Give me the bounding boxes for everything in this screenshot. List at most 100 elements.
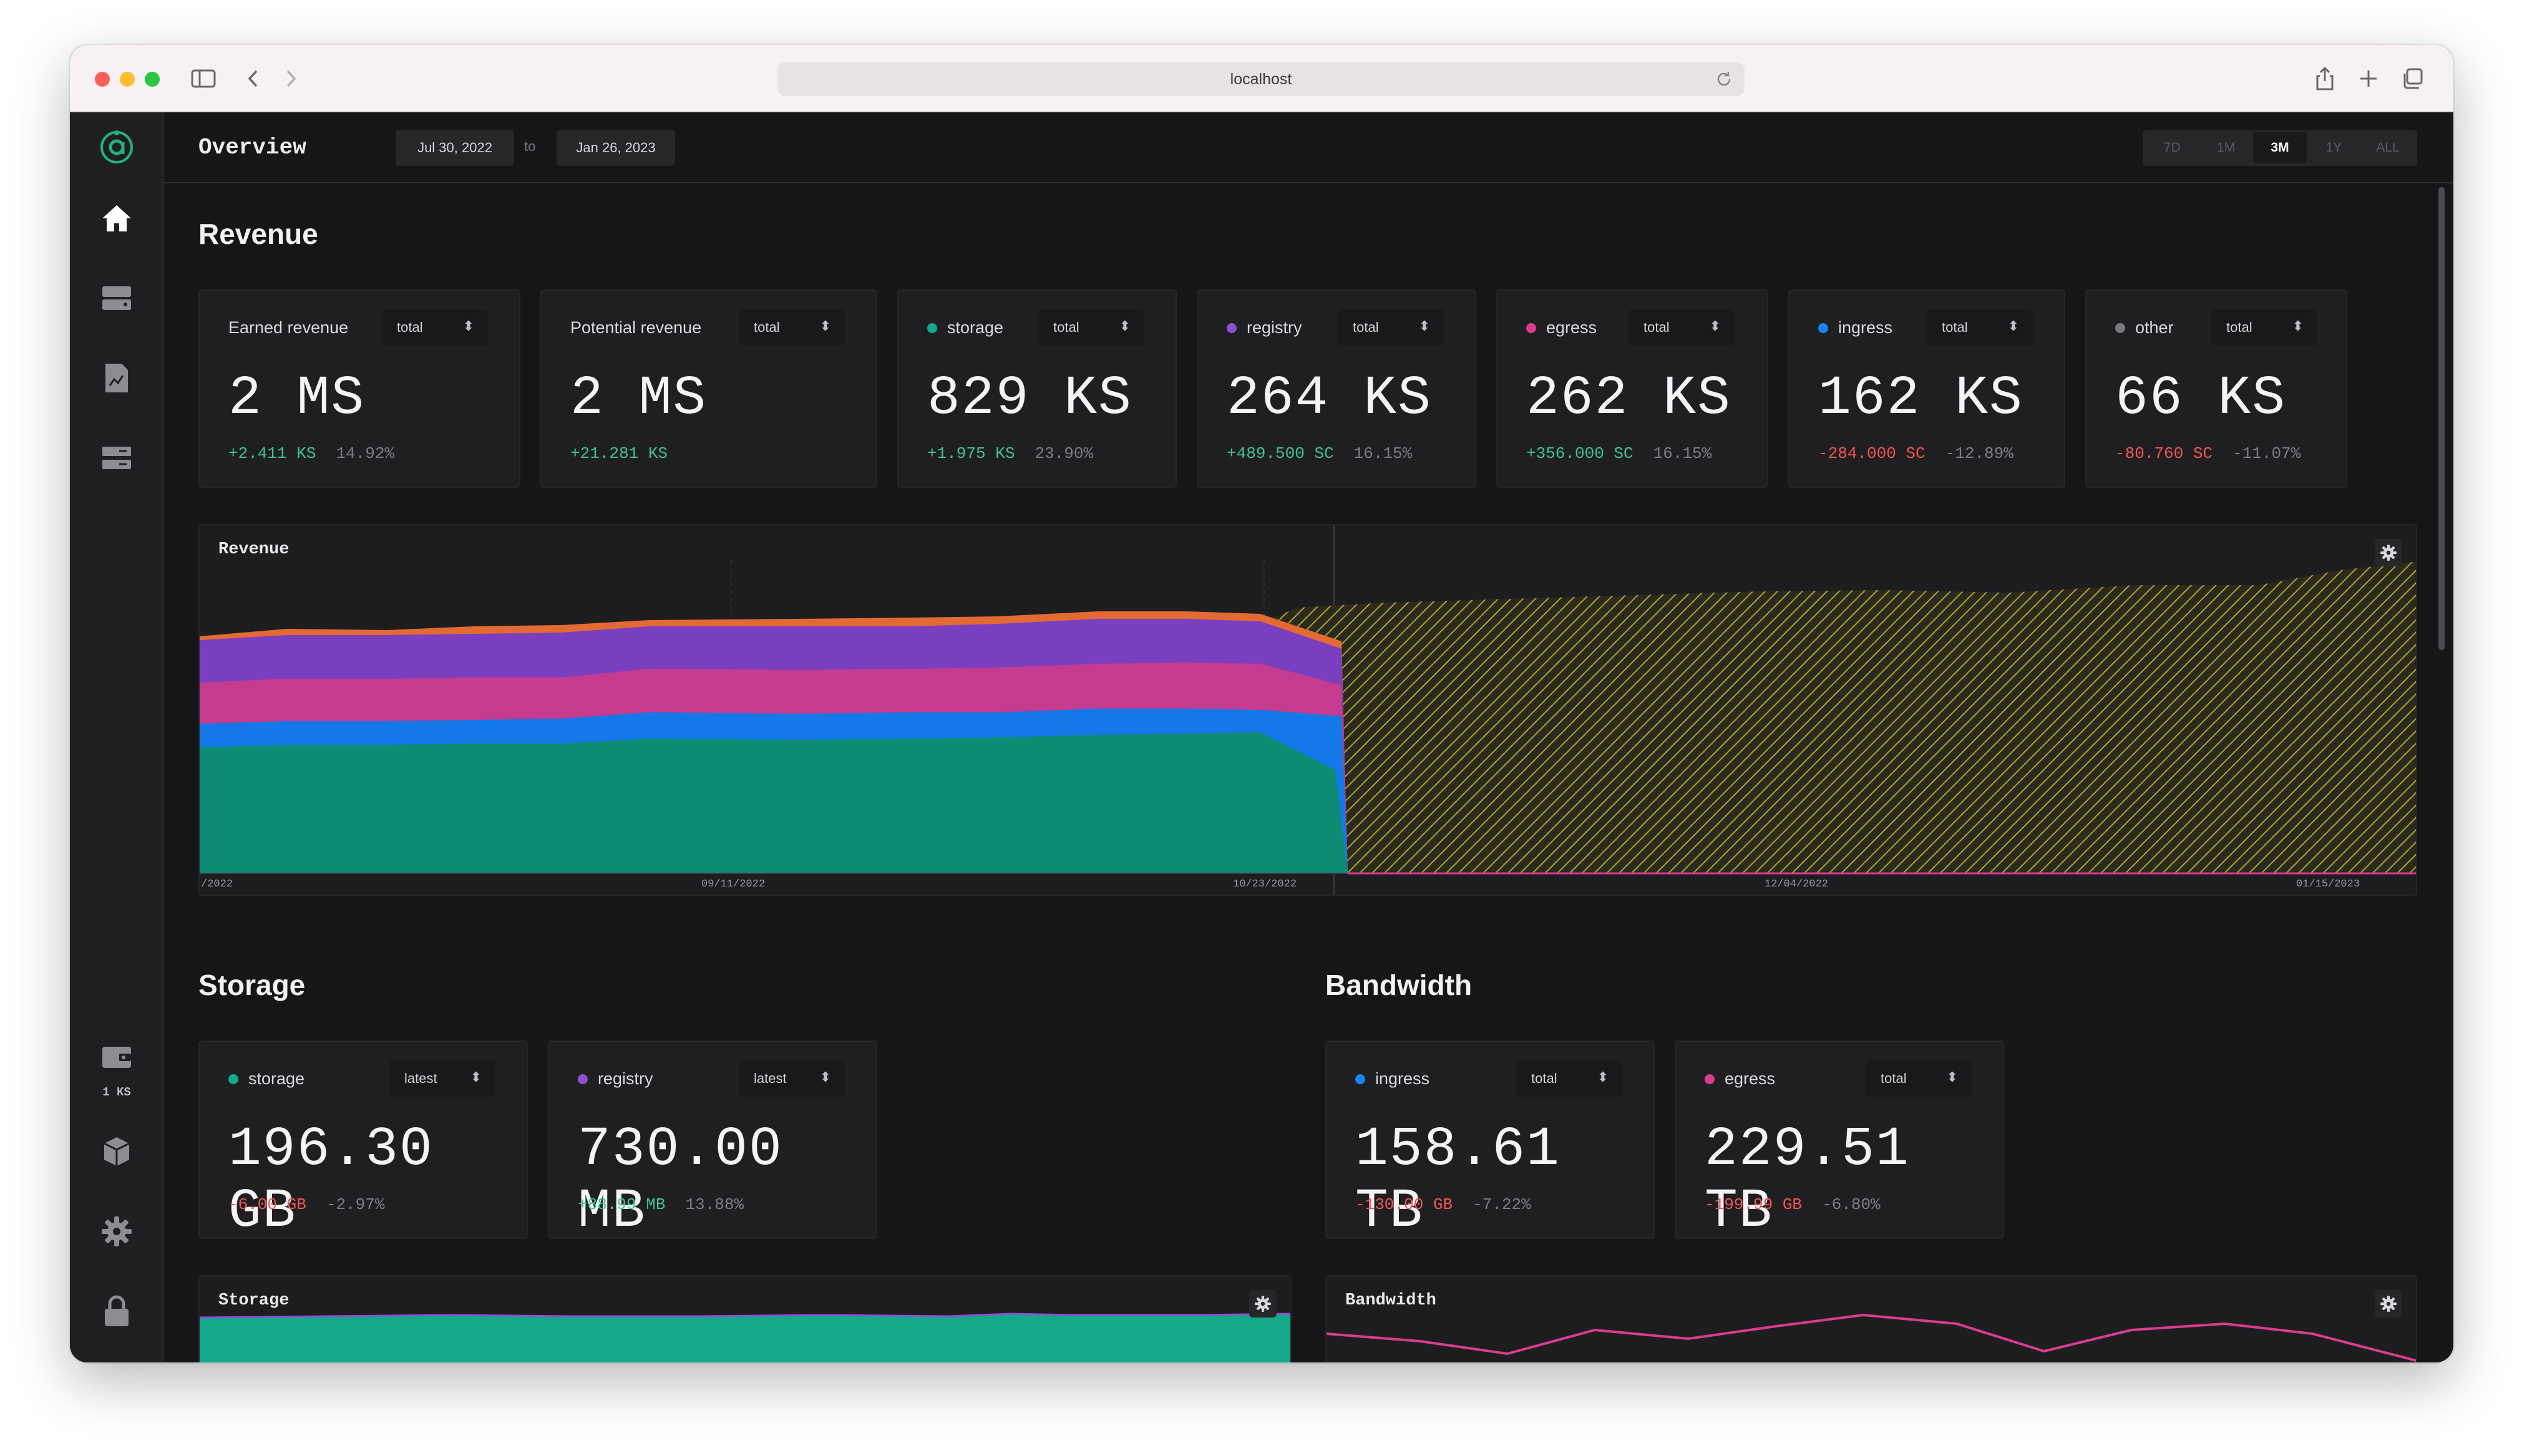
card-value: 158.61 TB bbox=[1355, 1119, 1560, 1243]
aggregate-select[interactable]: total ⬍ bbox=[1338, 309, 1444, 346]
card-delta: -6.00 GB bbox=[228, 1195, 306, 1214]
revenue-chart-settings-button[interactable] bbox=[2375, 539, 2402, 566]
aggregate-select[interactable]: total ⬍ bbox=[382, 309, 488, 346]
date-to-picker[interactable]: Jan 26, 2023 bbox=[557, 130, 675, 166]
logo-icon[interactable] bbox=[98, 129, 135, 166]
card-percent: -11.07% bbox=[2232, 444, 2301, 463]
egress-dot bbox=[1705, 1074, 1715, 1084]
card-value: 730.00 MB bbox=[578, 1119, 783, 1243]
revenue-card-other: other total ⬍ 66 KS -80.760 SC -11.07% bbox=[2085, 289, 2347, 488]
sidebar-item-home[interactable] bbox=[98, 200, 135, 237]
bandwidth-chart-plot bbox=[1327, 1313, 2416, 1362]
select-arrows-icon: ⬍ bbox=[2292, 318, 2304, 334]
sidebar-item-contracts[interactable] bbox=[98, 359, 135, 397]
storage-card-registry: registry latest ⬍ 730.00 MB +88.99 MB 13.8… bbox=[548, 1041, 877, 1243]
card-label: storage bbox=[947, 318, 1004, 337]
gear-icon bbox=[102, 1216, 132, 1246]
aggregate-select[interactable]: total ⬍ bbox=[1927, 309, 2033, 346]
sidebar-item-volumes[interactable] bbox=[98, 439, 135, 477]
aggregate-select[interactable]: latest ⬍ bbox=[739, 1060, 845, 1097]
share-icon[interactable] bbox=[2310, 64, 2340, 94]
back-icon[interactable] bbox=[238, 64, 268, 94]
select-arrows-icon: ⬍ bbox=[470, 1069, 482, 1085]
sidebar-item-settings[interactable] bbox=[98, 1213, 135, 1250]
sidebar-item-lock[interactable] bbox=[98, 1293, 135, 1330]
registry-dot bbox=[1227, 323, 1237, 333]
select-arrows-icon: ⬍ bbox=[819, 318, 831, 334]
period-selector: 7D 1M 3M 1Y ALL bbox=[2143, 130, 2417, 166]
scrollbar-thumb[interactable] bbox=[2438, 187, 2445, 650]
potential-area bbox=[1223, 561, 2416, 873]
aggregate-select[interactable]: total ⬍ bbox=[739, 309, 845, 346]
storage-icon bbox=[102, 286, 131, 310]
tab-overview-icon[interactable] bbox=[2397, 64, 2427, 94]
browser-titlebar: localhost bbox=[70, 45, 2453, 112]
card-label: other bbox=[2135, 318, 2174, 337]
card-percent: -12.89% bbox=[1945, 444, 2013, 463]
home-icon bbox=[102, 205, 131, 231]
app-root: 1 KS Overview Jul 30, 2022 to Jan 26, 20… bbox=[70, 112, 2453, 1362]
card-percent: 13.88% bbox=[685, 1195, 744, 1214]
storage-area bbox=[200, 1314, 1290, 1362]
select-arrows-icon: ⬍ bbox=[819, 1069, 831, 1085]
new-tab-icon[interactable] bbox=[2354, 64, 2383, 94]
reload-icon[interactable] bbox=[1715, 70, 1733, 89]
aggregate-select[interactable]: total ⬍ bbox=[1516, 1060, 1622, 1097]
period-3m[interactable]: 3M bbox=[2252, 132, 2307, 163]
sidebar-item-storage[interactable] bbox=[98, 279, 135, 317]
storage-card-storage: storage latest ⬍ 196.30 GB -6.00 GB -2.97% bbox=[198, 1041, 528, 1243]
card-delta: +21.281 KS bbox=[570, 444, 668, 463]
page-title: Overview bbox=[198, 135, 306, 160]
revenue-card-egress: egress total ⬍ 262 KS +356.000 SC 16.15% bbox=[1496, 289, 1768, 488]
zoom-window-button[interactable] bbox=[145, 72, 160, 87]
aggregate-select[interactable]: total ⬍ bbox=[1629, 309, 1735, 346]
aggregate-select[interactable]: total ⬍ bbox=[1866, 1060, 1972, 1097]
card-percent: 16.15% bbox=[1353, 444, 1413, 463]
card-value: 262 KS bbox=[1526, 368, 1731, 430]
url-text: localhost bbox=[1230, 70, 1292, 88]
storage-chart-title: Storage bbox=[218, 1291, 290, 1310]
period-7d[interactable]: 7D bbox=[2145, 132, 2199, 163]
card-percent: -6.80% bbox=[1822, 1195, 1881, 1214]
card-delta: -80.760 SC bbox=[2115, 444, 2213, 463]
other-dot bbox=[2115, 323, 2125, 333]
sidebar: 1 KS bbox=[70, 112, 163, 1362]
revenue-chart-plot bbox=[200, 525, 2416, 895]
forward-icon[interactable] bbox=[276, 64, 306, 94]
address-bar[interactable]: localhost bbox=[777, 62, 1745, 96]
revenue-chart: Revenue /2022 09/11/2022 10/23/2022 12/0… bbox=[198, 524, 2417, 896]
aggregate-select[interactable]: total ⬍ bbox=[2211, 309, 2317, 346]
card-label: Earned revenue bbox=[228, 318, 349, 337]
page-header: Overview Jul 30, 2022 to Jan 26, 2023 7D… bbox=[163, 112, 2453, 183]
sidebar-item-box[interactable] bbox=[98, 1133, 135, 1170]
card-percent: 14.92% bbox=[336, 444, 395, 463]
sidebar-toggle-icon[interactable] bbox=[188, 64, 218, 94]
select-arrows-icon: ⬍ bbox=[1119, 318, 1131, 334]
aggregate-select[interactable]: total ⬍ bbox=[1038, 309, 1144, 346]
revenue-chart-title: Revenue bbox=[218, 540, 290, 559]
period-1y[interactable]: 1Y bbox=[2307, 132, 2360, 163]
sidebar-item-wallet[interactable] bbox=[98, 1038, 135, 1075]
period-1m[interactable]: 1M bbox=[2199, 132, 2252, 163]
minimize-window-button[interactable] bbox=[120, 72, 135, 87]
close-window-button[interactable] bbox=[95, 72, 110, 87]
period-all[interactable]: ALL bbox=[2361, 132, 2415, 163]
card-value: 229.51 TB bbox=[1705, 1119, 1910, 1243]
card-delta: +88.99 MB bbox=[578, 1195, 666, 1214]
card-delta: -130.00 GB bbox=[1355, 1195, 1453, 1214]
main-content: Revenue Earned revenue total ⬍ 2 MS +2.41… bbox=[163, 185, 2441, 1362]
card-label: ingress bbox=[1375, 1069, 1430, 1088]
card-value: 2 MS bbox=[228, 368, 366, 430]
bandwidth-chart-settings-button[interactable] bbox=[2375, 1290, 2402, 1318]
box-icon bbox=[104, 1137, 130, 1166]
aggregate-select[interactable]: latest ⬍ bbox=[389, 1060, 495, 1097]
storage-chart-settings-button[interactable] bbox=[1249, 1290, 1277, 1318]
x-tick: /2022 bbox=[201, 878, 233, 890]
main-scrollbar[interactable] bbox=[2437, 185, 2446, 1357]
x-tick: 12/04/2022 bbox=[1765, 878, 1829, 890]
card-percent: -2.97% bbox=[326, 1195, 385, 1214]
card-label: registry bbox=[598, 1069, 653, 1088]
browser-window: localhost 1 KS Overview Jul 30, 2022 to … bbox=[70, 45, 2453, 1362]
egress-line bbox=[1327, 1313, 2416, 1362]
date-from-picker[interactable]: Jul 30, 2022 bbox=[396, 130, 514, 166]
